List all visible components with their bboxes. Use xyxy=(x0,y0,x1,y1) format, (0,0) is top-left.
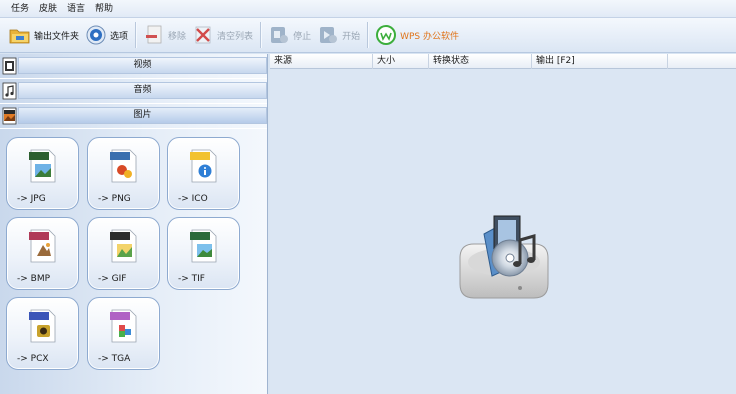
format-tif-button[interactable]: -> TIF xyxy=(167,217,240,290)
category-audio-label: 音频 xyxy=(18,82,267,99)
ico-file-icon xyxy=(190,149,218,183)
format-jpg-label: -> JPG xyxy=(17,194,46,204)
remove-icon xyxy=(143,24,165,46)
tga-file-icon xyxy=(110,309,138,343)
remove-label: 移除 xyxy=(168,31,187,42)
picture-icon xyxy=(2,107,18,125)
menu-task[interactable]: 任务 xyxy=(6,0,34,18)
format-jpg-button[interactable]: -> JPG xyxy=(6,137,79,210)
category-picture[interactable]: 图片 xyxy=(0,104,267,129)
format-gif-button[interactable]: -> GIF xyxy=(87,217,160,290)
bmp-file-icon xyxy=(29,229,57,263)
format-factory-logo xyxy=(454,206,554,310)
column-status[interactable]: 转换状态 xyxy=(429,54,532,69)
tif-file-icon xyxy=(190,229,218,263)
format-ico-button[interactable]: -> ICO xyxy=(167,137,240,210)
options-button[interactable]: 选项 xyxy=(82,20,131,50)
wps-icon xyxy=(375,24,397,46)
wps-button[interactable]: WPS 办公软件 xyxy=(372,20,462,50)
gif-file-icon xyxy=(110,229,138,263)
left-panel: 视频 音频 图片 -> JPG -> PNG -> ICO -> BMP -> … xyxy=(0,54,268,394)
task-list-header: 来源 大小 转换状态 输出 [F2] xyxy=(270,54,736,69)
audio-icon xyxy=(2,82,18,100)
stop-icon xyxy=(268,24,290,46)
png-file-icon xyxy=(110,149,138,183)
clear-list-button[interactable]: 清空列表 xyxy=(189,20,256,50)
format-pcx-label: -> PCX xyxy=(17,354,49,364)
column-output[interactable]: 输出 [F2] xyxy=(532,54,668,69)
format-png-label: -> PNG xyxy=(98,194,131,204)
clear-list-icon xyxy=(192,24,214,46)
jpg-file-icon xyxy=(29,149,57,183)
menu-language[interactable]: 语言 xyxy=(62,0,90,18)
remove-button[interactable]: 移除 xyxy=(140,20,189,50)
menu-bar: 任务 皮肤 语言 帮助 xyxy=(0,0,736,18)
format-ico-label: -> ICO xyxy=(178,194,208,204)
task-list-panel[interactable]: 来源 大小 转换状态 输出 [F2] xyxy=(270,54,736,394)
clear-list-label: 清空列表 xyxy=(217,31,254,42)
format-bmp-button[interactable]: -> BMP xyxy=(6,217,79,290)
output-folder-label: 输出文件夹 xyxy=(34,31,80,42)
column-source[interactable]: 来源 xyxy=(270,54,373,69)
format-bmp-label: -> BMP xyxy=(17,274,51,284)
video-icon xyxy=(2,57,18,75)
start-icon xyxy=(317,24,339,46)
category-video[interactable]: 视频 xyxy=(0,54,267,79)
pcx-file-icon xyxy=(29,309,57,343)
format-pcx-button[interactable]: -> PCX xyxy=(6,297,79,370)
menu-skin[interactable]: 皮肤 xyxy=(34,0,62,18)
format-tga-label: -> TGA xyxy=(98,354,131,364)
format-gif-label: -> GIF xyxy=(98,274,127,284)
menu-help[interactable]: 帮助 xyxy=(90,0,118,18)
format-tif-label: -> TIF xyxy=(178,274,205,284)
format-png-button[interactable]: -> PNG xyxy=(87,137,160,210)
output-folder-button[interactable]: 输出文件夹 xyxy=(6,20,82,50)
column-filler xyxy=(668,54,736,69)
format-tga-button[interactable]: -> TGA xyxy=(87,297,160,370)
toolbar-separator xyxy=(367,22,369,48)
column-size[interactable]: 大小 xyxy=(373,54,429,69)
category-picture-label: 图片 xyxy=(18,107,267,124)
wps-label: WPS 办公软件 xyxy=(400,31,459,42)
start-button[interactable]: 开始 xyxy=(314,20,363,50)
stop-button[interactable]: 停止 xyxy=(265,20,314,50)
toolbar: 输出文件夹 选项 移除 清空列表 停止 开始 WPS 办公软件 xyxy=(0,18,736,53)
options-icon xyxy=(85,24,107,46)
toolbar-separator xyxy=(135,22,137,48)
category-video-label: 视频 xyxy=(18,57,267,74)
stop-label: 停止 xyxy=(293,31,312,42)
category-audio[interactable]: 音频 xyxy=(0,79,267,104)
toolbar-separator xyxy=(260,22,262,48)
start-label: 开始 xyxy=(342,31,361,42)
options-label: 选项 xyxy=(110,31,129,42)
folder-icon xyxy=(9,24,31,46)
